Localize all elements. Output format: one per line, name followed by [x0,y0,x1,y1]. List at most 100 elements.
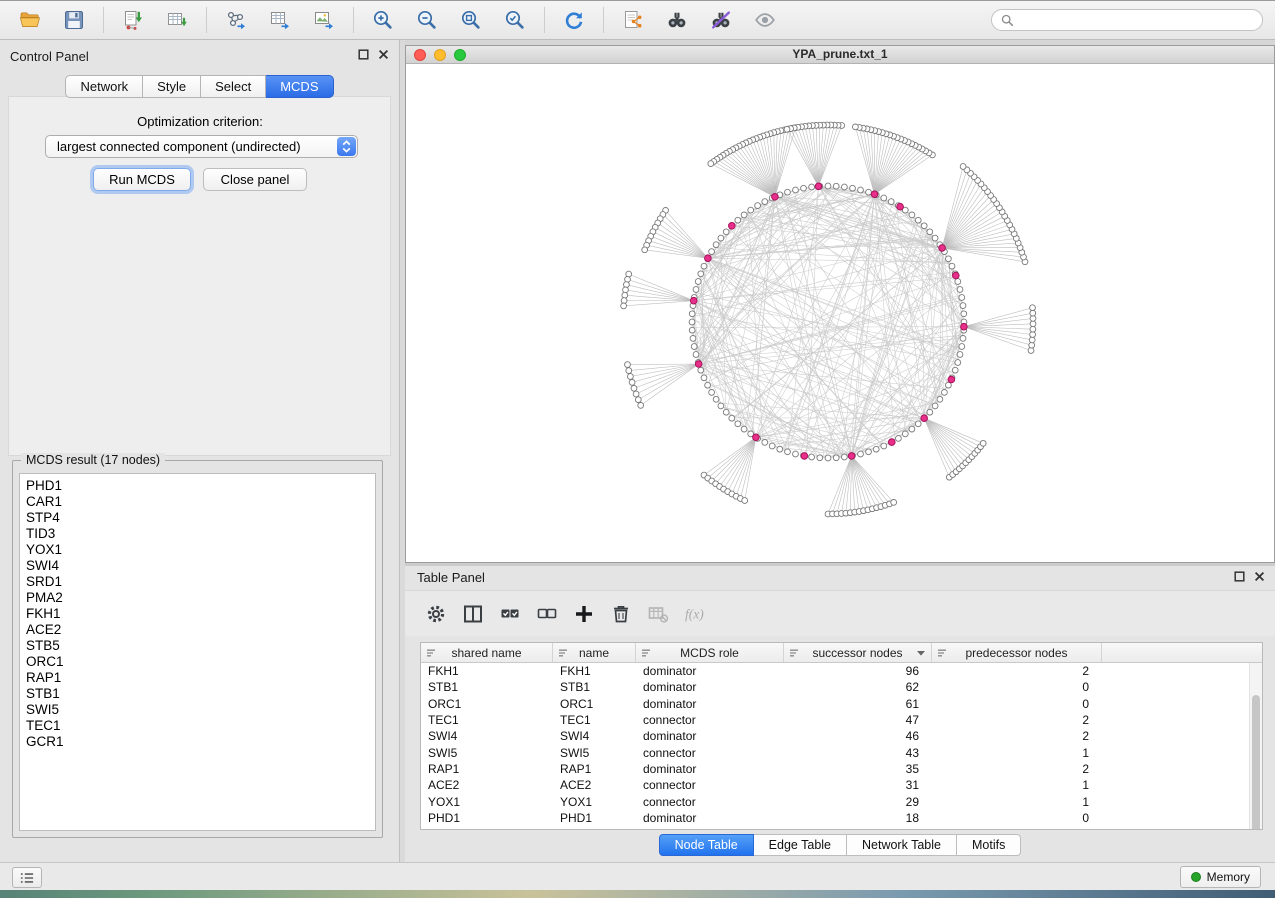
mcds-result-node[interactable]: FKH1 [20,606,375,622]
zoom-fit-content-button[interactable] [453,5,489,35]
export-document-button[interactable] [615,5,651,35]
deselect-all-button[interactable] [536,599,558,629]
mcds-result-list[interactable]: PHD1CAR1STP4TID3YOX1SWI4SRD1PMA2FKH1ACE2… [19,473,376,831]
network-graph[interactable] [406,64,1274,562]
delete-table-button[interactable] [647,599,669,629]
mcds-result-node[interactable]: STB1 [20,686,375,702]
tab-network-table[interactable]: Network Table [847,834,957,856]
table-body: FKH1FKH1dominator962STB1STB1dominator620… [421,663,1262,826]
table-row-phd1[interactable]: PHD1PHD1dominator180 [421,810,1262,826]
open-session-icon [18,8,42,32]
apply-function-button[interactable]: f(x) [684,599,714,629]
close-panel-icon[interactable] [378,49,389,60]
import-table-from-file-button[interactable] [159,5,195,35]
mcds-result-node[interactable]: CAR1 [20,494,375,510]
search-network-button[interactable] [659,5,695,35]
add-entry-button[interactable] [573,599,595,629]
search-input[interactable] [1020,12,1253,28]
cell-shared_name: SWI5 [421,746,553,760]
save-session-button[interactable] [56,5,92,35]
tab-node-table[interactable]: Node Table [659,834,754,856]
mcds-result-node[interactable]: TID3 [20,526,375,542]
table-row-stb1[interactable]: STB1STB1dominator620 [421,679,1262,695]
table-row-fkh1[interactable]: FKH1FKH1dominator962 [421,663,1262,679]
mcds-result-node[interactable]: RAP1 [20,670,375,686]
table-settings-button[interactable] [425,599,447,629]
tab-edge-table[interactable]: Edge Table [754,834,847,856]
mcds-result-node[interactable]: STB5 [20,638,375,654]
delete-entry-button[interactable] [610,599,632,629]
mcds-result-node[interactable]: SRD1 [20,574,375,590]
float-panel-icon[interactable] [1234,571,1245,582]
table-row-swi5[interactable]: SWI5SWI5connector431 [421,744,1262,760]
table-row-tec1[interactable]: TEC1TEC1connector472 [421,712,1262,728]
task-history-button[interactable] [12,867,42,888]
cell-name: SWI4 [553,729,636,743]
open-session-button[interactable] [12,5,48,35]
column-header-predecessor-nodes[interactable]: predecessor nodes [932,643,1102,662]
cell-predecessor: 2 [932,713,1102,727]
mcds-result-node[interactable]: PHD1 [20,478,375,494]
show-columns-button[interactable] [462,599,484,629]
select-all-button[interactable] [499,599,521,629]
window-minimize-button[interactable] [434,49,446,61]
cell-mcds_role: dominator [636,762,784,776]
hide-selected-button[interactable] [703,5,739,35]
memory-button[interactable]: Memory [1180,866,1261,888]
table-row-swi4[interactable]: SWI4SWI4dominator462 [421,728,1262,744]
network-window-titlebar[interactable]: YPA_prune.txt_1 [406,46,1274,64]
toolbar-separator [603,7,604,33]
run-mcds-button[interactable]: Run MCDS [93,168,191,191]
tab-style[interactable]: Style [143,75,201,98]
close-panel-button[interactable]: Close panel [203,168,307,191]
network-canvas[interactable] [406,64,1274,562]
mcds-result-node[interactable]: GCR1 [20,734,375,750]
cell-successor: 35 [784,762,932,776]
network-nodes[interactable] [621,122,1036,517]
add-entry-icon [573,603,595,625]
desktop-background: Control Panel NetworkStyleSelectMCDS Opt… [0,0,1275,898]
network-view-window: YPA_prune.txt_1 [405,45,1275,563]
zoom-out-button[interactable] [409,5,445,35]
mcds-result-node[interactable]: TEC1 [20,718,375,734]
export-network-button[interactable] [218,5,254,35]
export-image-button[interactable] [306,5,342,35]
column-header-shared-name[interactable]: shared name [421,643,553,662]
column-header-successor-nodes[interactable]: successor nodes [784,643,932,662]
export-table-button[interactable] [262,5,298,35]
cell-name: ORC1 [553,697,636,711]
window-close-button[interactable] [414,49,426,61]
global-search[interactable] [991,9,1263,31]
show-graphics-details-button[interactable] [747,5,783,35]
table-row-yox1[interactable]: YOX1YOX1connector291 [421,793,1262,809]
mcds-result-node[interactable]: SWI5 [20,702,375,718]
cell-successor: 96 [784,664,932,678]
table-scrollbar[interactable] [1249,663,1262,829]
tab-mcds[interactable]: MCDS [266,75,333,98]
table-row-ace2[interactable]: ACE2ACE2connector311 [421,777,1262,793]
tab-select[interactable]: Select [201,75,266,98]
import-network-from-file-button[interactable] [115,5,151,35]
table-toolbar: f(x) [405,590,1275,636]
tab-network[interactable]: Network [65,75,143,98]
tab-motifs[interactable]: Motifs [957,834,1021,856]
mcds-result-node[interactable]: SWI4 [20,558,375,574]
mcds-result-node[interactable]: PMA2 [20,590,375,606]
table-row-rap1[interactable]: RAP1RAP1dominator352 [421,761,1262,777]
float-panel-icon[interactable] [358,49,369,60]
apply-preferred-layout-button[interactable] [556,5,592,35]
mcds-result-title: MCDS result (17 nodes) [21,453,165,467]
mcds-result-node[interactable]: YOX1 [20,542,375,558]
close-panel-icon[interactable] [1254,571,1265,582]
mcds-result-node[interactable]: ORC1 [20,654,375,670]
mcds-result-node[interactable]: ACE2 [20,622,375,638]
mcds-result-node[interactable]: STP4 [20,510,375,526]
criterion-select[interactable]: largest connected component (undirected) [45,135,358,158]
window-zoom-button[interactable] [454,49,466,61]
column-header-mcds-role[interactable]: MCDS role [636,643,784,662]
table-row-orc1[interactable]: ORC1ORC1dominator610 [421,696,1262,712]
zoom-selected-region-button[interactable] [497,5,533,35]
column-header-name[interactable]: name [553,643,636,662]
scrollbar-thumb[interactable] [1252,695,1260,830]
zoom-in-button[interactable] [365,5,401,35]
